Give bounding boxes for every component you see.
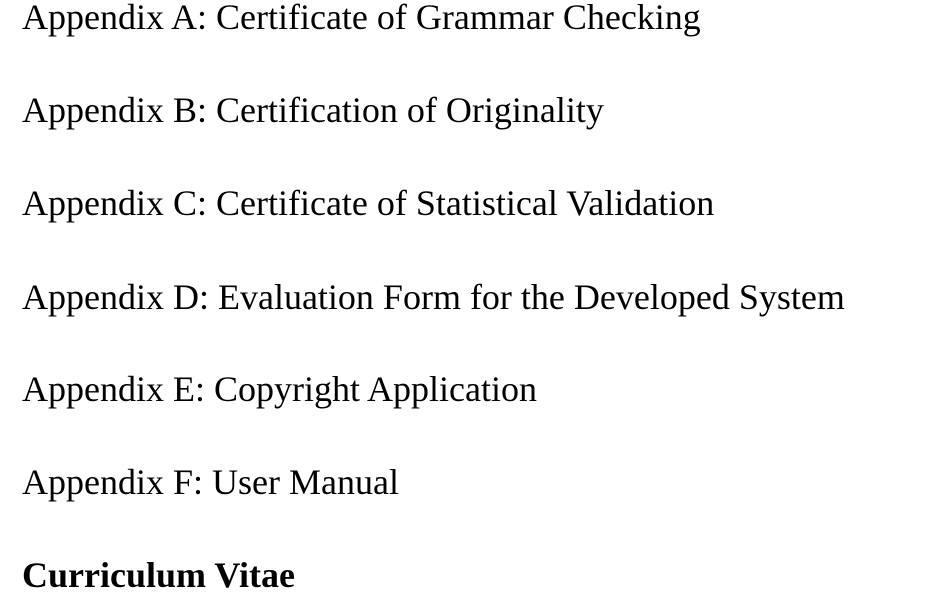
appendix-c-entry: Appendix C: Certificate of Statistical V… [22,183,715,223]
appendix-d-entry: Appendix D: Evaluation Form for the Deve… [22,277,845,317]
appendix-e-entry: Appendix E: Copyright Application [22,369,537,409]
appendix-f-entry: Appendix F: User Manual [22,462,399,502]
appendix-a-entry: Appendix A: Certificate of Grammar Check… [22,0,701,37]
curriculum-vitae-heading: Curriculum Vitae [22,555,295,595]
appendix-b-entry: Appendix B: Certification of Originality [22,90,604,130]
